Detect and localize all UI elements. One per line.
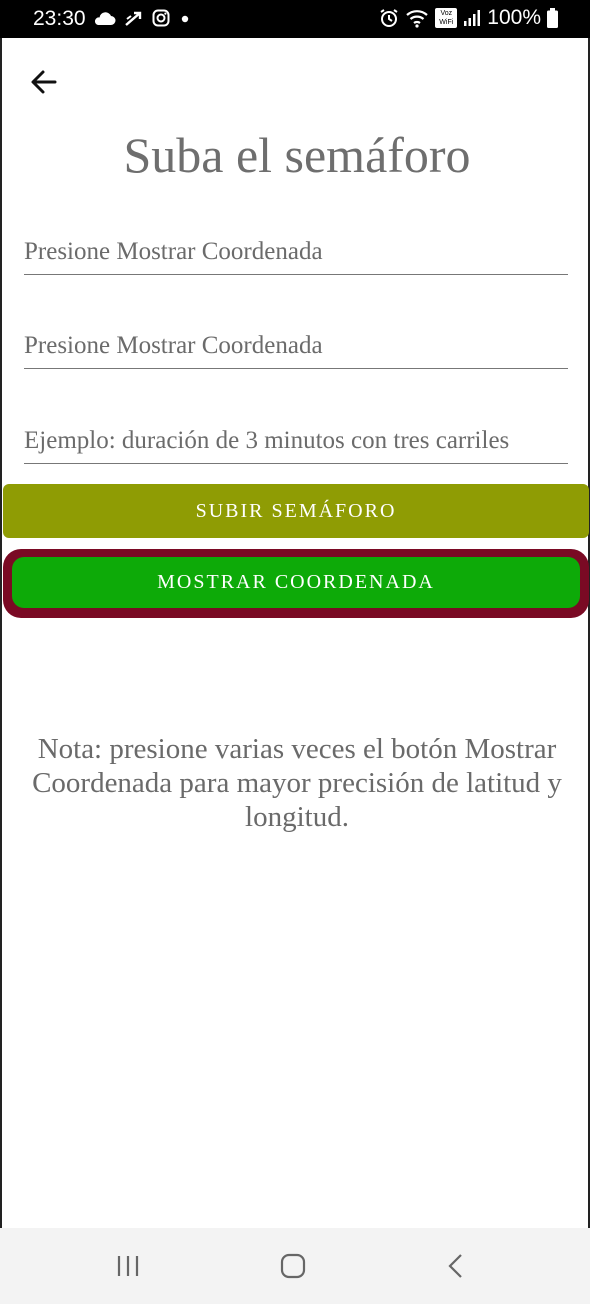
precision-note: Nota: presione varias veces el botón Mos… (32, 733, 562, 833)
alarm-icon (380, 9, 398, 27)
back-icon[interactable] (443, 1253, 471, 1279)
recent-apps-icon[interactable] (114, 1253, 142, 1279)
status-bar: 23:30 Voz WiFi 100% (0, 0, 590, 38)
system-nav-bar (0, 1228, 590, 1304)
home-icon[interactable] (279, 1253, 307, 1279)
voz-wifi-icon: Voz WiFi (435, 8, 458, 28)
latitude-input[interactable] (24, 238, 568, 266)
cell-signal-icon (464, 10, 481, 26)
app-screen: Suba el semáforo SUBIR SEMÁFORO MOSTRAR … (0, 38, 590, 1228)
longitude-input[interactable] (24, 332, 568, 360)
description-input[interactable] (24, 427, 568, 455)
instagram-icon (152, 9, 170, 27)
upload-traffic-light-button[interactable]: SUBIR SEMÁFORO (3, 484, 589, 538)
longitude-field-container (24, 328, 568, 369)
battery-icon (547, 8, 558, 28)
wifi-icon (406, 10, 429, 28)
arrow-left-icon[interactable] (28, 66, 60, 98)
signal-arrow-icon (125, 11, 142, 26)
cloud-icon (94, 12, 116, 25)
show-coordinate-button[interactable]: MOSTRAR COORDENADA (12, 557, 580, 608)
show-coordinate-highlight: MOSTRAR COORDENADA (3, 549, 589, 618)
description-field-container (24, 423, 568, 464)
dot-icon (181, 15, 189, 23)
status-time: 23:30 (33, 7, 86, 30)
battery-percent: 100% (487, 6, 541, 29)
latitude-field-container (24, 234, 568, 275)
page-title: Suba el semáforo (123, 127, 471, 183)
